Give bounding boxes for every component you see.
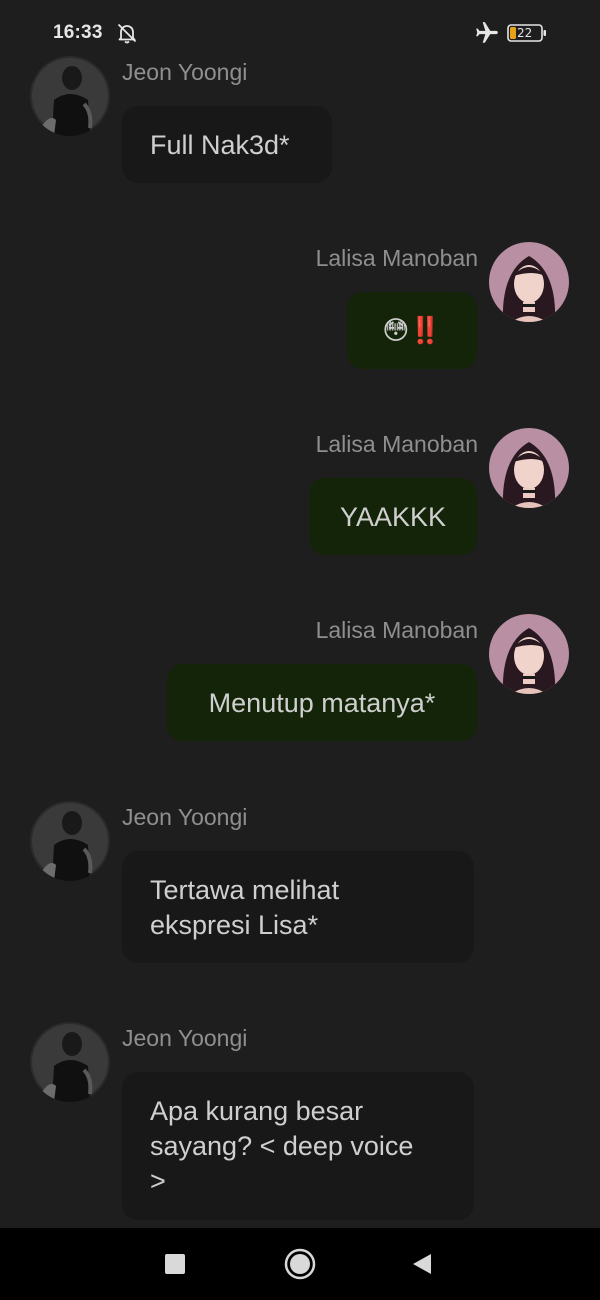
avatar-image [30,56,110,136]
sender-name: Lalisa Manoban [315,245,478,271]
avatar-image [489,242,569,322]
message-text: YAAKKK [339,502,447,532]
avatar-image [30,801,110,881]
message-bubble-incoming[interactable]: Apa kurang besar sayang? < deep voice > [122,1072,474,1220]
avatar-lalisa-manoban[interactable] [489,428,569,508]
sender-name: Lalisa Manoban [315,431,478,457]
avatar-jeon-yoongi[interactable] [30,1022,110,1102]
message-bubble-outgoing[interactable]: 😳‼️ [347,292,477,369]
message-text: Menutup matanya* [208,688,436,718]
message-text: Full Nak3d* [150,130,290,160]
message-bubble-outgoing[interactable]: Menutup matanya* [167,664,477,741]
avatar-jeon-yoongi[interactable] [30,56,110,136]
message-bubble-outgoing[interactable]: YAAKKK [309,478,477,555]
bell-off-icon [117,23,137,44]
sender-name: Jeon Yoongi [122,59,248,85]
message-text: Apa kurang besar sayang? < deep voice > [150,1096,414,1196]
sender-name: Lalisa Manoban [315,617,478,643]
avatar-image [30,1022,110,1102]
back-button[interactable] [410,1252,434,1276]
avatar-image [489,614,569,694]
avatar-jeon-yoongi[interactable] [30,801,110,881]
status-bar: 16:33 22 [0,0,600,62]
message-text: 😳‼️ [382,316,442,346]
airplane-mode-icon [476,22,498,43]
message-text: Tertawa melihat ekspresi Lisa* [150,875,340,940]
avatar-lalisa-manoban[interactable] [489,614,569,694]
sender-name: Jeon Yoongi [122,804,248,830]
sender-name: Jeon Yoongi [122,1025,248,1051]
message-bubble-incoming[interactable]: Full Nak3d* [122,106,332,183]
battery-level: 22 [517,26,533,40]
avatar-lalisa-manoban[interactable] [489,242,569,322]
message-bubble-incoming[interactable]: Tertawa melihat ekspresi Lisa* [122,851,474,963]
navigation-bar [0,1228,600,1300]
status-time: 16:33 [53,22,103,43]
home-button[interactable] [284,1248,316,1280]
recents-button[interactable] [164,1253,186,1275]
avatar-image [489,428,569,508]
